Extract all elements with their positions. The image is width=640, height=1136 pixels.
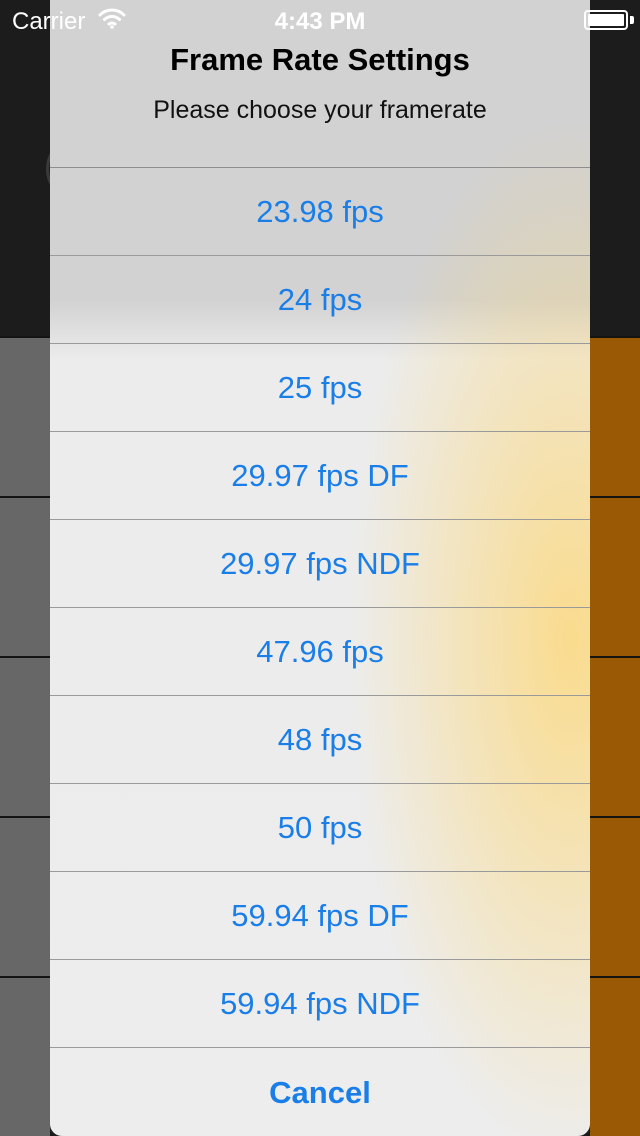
background-cell-gray bbox=[0, 496, 50, 656]
background-cell-gray bbox=[0, 656, 50, 816]
action-sheet-title: Frame Rate Settings bbox=[170, 42, 470, 77]
framerate-option-59-94-df[interactable]: 59.94 fps DF bbox=[50, 872, 590, 960]
framerate-option-59-94-ndf[interactable]: 59.94 fps NDF bbox=[50, 960, 590, 1048]
battery-fill bbox=[588, 14, 624, 26]
battery-nub bbox=[630, 16, 634, 24]
framerate-option-29-97-ndf[interactable]: 29.97 fps NDF bbox=[50, 520, 590, 608]
framerate-option-48[interactable]: 48 fps bbox=[50, 696, 590, 784]
framerate-option-24[interactable]: 24 fps bbox=[50, 256, 590, 344]
status-bar: Carrier 4:43 PM bbox=[0, 0, 640, 40]
clock-label: 4:43 PM bbox=[274, 8, 366, 35]
action-sheet-message: Please choose your framerate bbox=[153, 96, 487, 124]
framerate-option-23-98[interactable]: 23.98 fps bbox=[50, 168, 590, 256]
battery-icon bbox=[584, 10, 628, 30]
background-cell-orange bbox=[590, 336, 640, 496]
background-cell-gray bbox=[0, 816, 50, 976]
background-cell-gray bbox=[0, 336, 50, 496]
framerate-option-25[interactable]: 25 fps bbox=[50, 344, 590, 432]
framerate-option-50[interactable]: 50 fps bbox=[50, 784, 590, 872]
background-cell-orange bbox=[590, 976, 640, 1136]
background-cell-orange bbox=[590, 656, 640, 816]
background-cell-orange bbox=[590, 496, 640, 656]
framerate-option-47-96[interactable]: 47.96 fps bbox=[50, 608, 590, 696]
app-screen: Carrier 4:43 PM Frame Rate Settings Plea… bbox=[0, 0, 640, 1136]
framerate-action-sheet: Frame Rate Settings Please choose your f… bbox=[50, 0, 590, 1136]
background-cell-orange bbox=[590, 816, 640, 976]
background-cell-gray bbox=[0, 976, 50, 1136]
framerate-option-29-97-df[interactable]: 29.97 fps DF bbox=[50, 432, 590, 520]
cancel-button[interactable]: Cancel bbox=[50, 1048, 590, 1136]
